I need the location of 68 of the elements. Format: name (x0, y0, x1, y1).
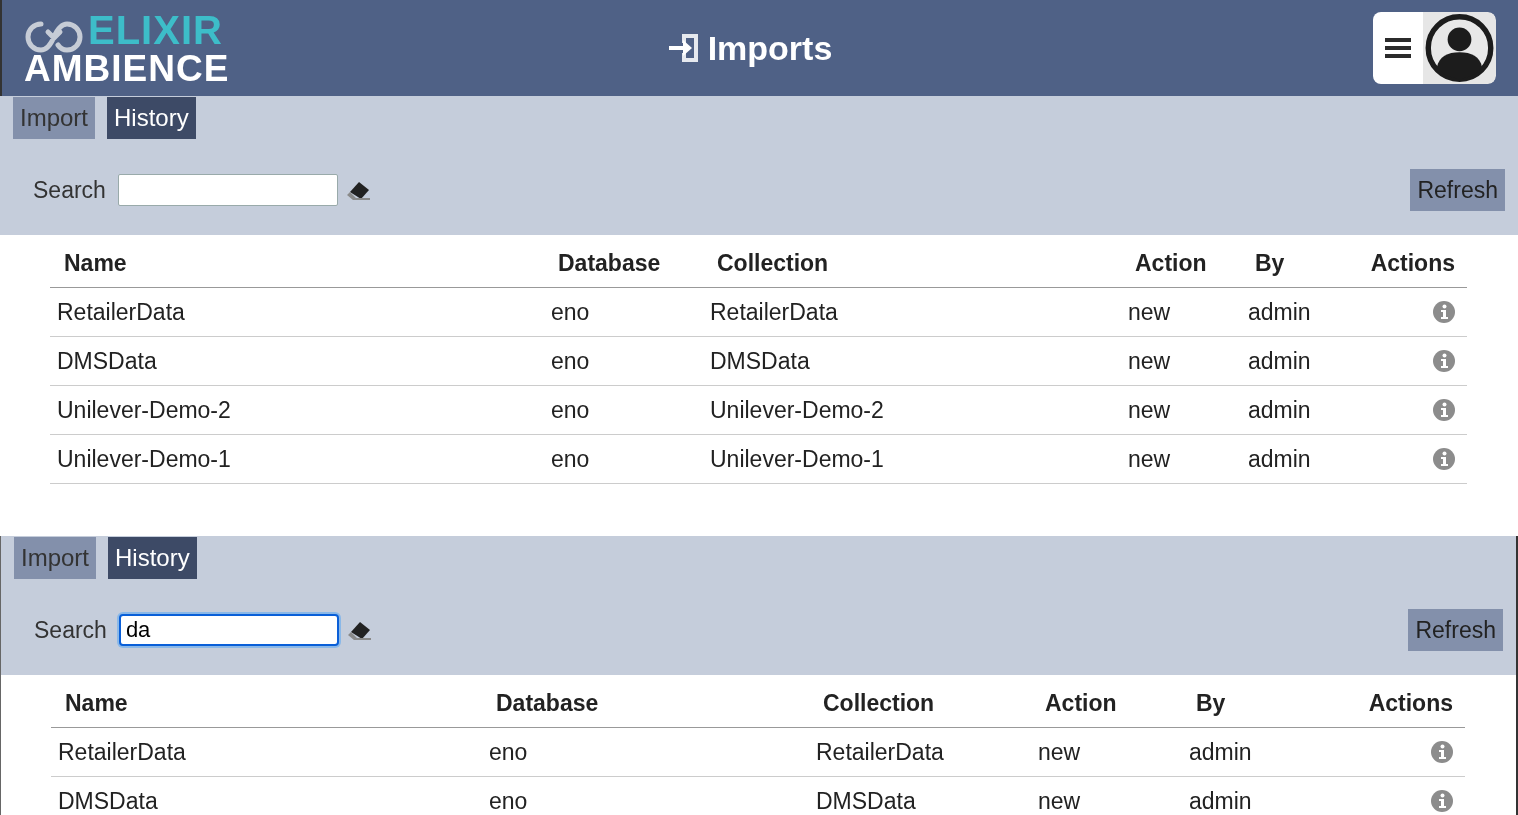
table-cell-text: new (1127, 347, 1172, 375)
eraser-icon[interactable] (345, 179, 372, 201)
table-cell-text: RetailerData (815, 738, 945, 766)
table-cell-text: admin (1247, 298, 1312, 326)
table-cell-text: eno (550, 396, 591, 424)
info-icon[interactable] (1433, 399, 1455, 421)
column-header: By (1254, 249, 1286, 277)
column-header: Name (63, 249, 128, 277)
info-icon[interactable] (1433, 448, 1455, 470)
table-cell-text: admin (1188, 738, 1253, 766)
menu-button[interactable] (1373, 12, 1423, 84)
refresh-button[interactable]: Refresh (1408, 609, 1503, 651)
column-header: Collection (822, 689, 936, 717)
column-header: Collection (716, 249, 830, 277)
page-title: Imports (707, 28, 833, 68)
table-cell-text: admin (1247, 396, 1312, 424)
search-field[interactable] (117, 174, 338, 206)
column-header: Actions (1367, 689, 1454, 717)
column-header: By (1195, 689, 1227, 717)
table-cell-text: Unilever-Demo-1 (709, 445, 885, 473)
table-cell-text: new (1127, 396, 1172, 424)
table-cell-text: eno (488, 787, 529, 815)
logo-wordmark-bottom: AMBIENCE (24, 49, 230, 87)
tab[interactable]: Import (13, 97, 95, 139)
column-header: Name (64, 689, 129, 717)
table-cell-text: admin (1188, 787, 1253, 815)
table-cell-text: RetailerData (57, 738, 187, 766)
table-cell-text: Unilever-Demo-2 (709, 396, 885, 424)
column-header: Action (1134, 249, 1208, 277)
table-cell-text: new (1127, 298, 1172, 326)
tab[interactable]: History (107, 97, 196, 139)
table-cell-text: new (1037, 787, 1082, 815)
tab[interactable]: History (108, 537, 197, 579)
table-cell-text: eno (550, 347, 591, 375)
table-cell-text: RetailerData (56, 298, 186, 326)
column-header: Action (1044, 689, 1118, 717)
column-header: Actions (1369, 249, 1456, 277)
user-silhouette-icon (1425, 13, 1494, 83)
column-header: Database (495, 689, 600, 717)
table-cell-text: eno (488, 738, 529, 766)
table-cell-text: new (1037, 738, 1082, 766)
table-cell-text: eno (550, 298, 591, 326)
search-field[interactable]: da (118, 614, 339, 646)
table-cell-text: admin (1247, 445, 1312, 473)
info-icon[interactable] (1433, 301, 1455, 323)
tab[interactable]: Import (14, 537, 96, 579)
table-cell-text: new (1127, 445, 1172, 473)
search-label: Search (34, 616, 107, 644)
user-avatar-button[interactable] (1423, 12, 1496, 84)
menu-icon (1385, 37, 1411, 59)
infinity-loop-icon (24, 19, 84, 54)
table-cell-text: admin (1247, 347, 1312, 375)
info-icon[interactable] (1431, 790, 1453, 812)
table-cell-text: DMSData (709, 347, 811, 375)
table-cell-text: eno (550, 445, 591, 473)
refresh-button[interactable]: Refresh (1410, 169, 1505, 211)
table-cell-text: DMSData (815, 787, 917, 815)
search-label: Search (33, 176, 106, 204)
eraser-icon[interactable] (346, 619, 373, 641)
table-cell-text: DMSData (57, 787, 159, 815)
info-icon[interactable] (1433, 350, 1455, 372)
logo-wordmark-top: ELIXIR (88, 9, 224, 50)
table-cell-text: Unilever-Demo-2 (56, 396, 232, 424)
table-cell-text: DMSData (56, 347, 158, 375)
table-cell-text: Unilever-Demo-1 (56, 445, 232, 473)
table-cell-text: RetailerData (709, 298, 839, 326)
column-header: Database (557, 249, 662, 277)
info-icon[interactable] (1431, 741, 1453, 763)
